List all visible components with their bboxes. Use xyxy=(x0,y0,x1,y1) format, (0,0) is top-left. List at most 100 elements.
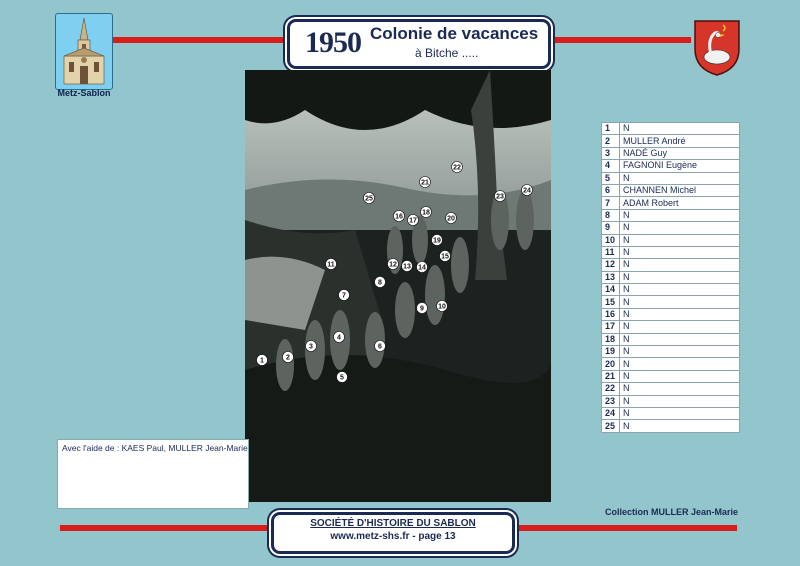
photo-number-label: 14 xyxy=(418,264,426,271)
church-logo xyxy=(55,13,113,90)
page-title: Colonie de vacances xyxy=(370,24,539,43)
name-text: N xyxy=(619,258,740,272)
name-text: N xyxy=(619,283,740,297)
name-text: MULLER André xyxy=(619,134,740,148)
name-number: 22 xyxy=(601,382,620,396)
name-row: 10 N xyxy=(601,233,740,247)
name-row: 9N xyxy=(601,221,740,235)
photo-number-label: 15 xyxy=(441,253,449,260)
photo-number-label: 20 xyxy=(447,215,455,222)
photo-number-label: 4 xyxy=(337,334,341,341)
name-text: N xyxy=(619,245,740,260)
name-text: N xyxy=(619,295,740,309)
name-text: N xyxy=(619,406,740,421)
name-number: 16 xyxy=(601,307,620,322)
name-row: 3 NADÉ Guy xyxy=(601,146,740,161)
name-number: 14 xyxy=(601,283,620,297)
name-row: 24 N xyxy=(601,406,740,421)
group-photo: 1 2 3 4 5 6 7 8 9 10 11 12 13 14 15 16 17 18 19 20 21 22 23 24 2… xyxy=(245,70,551,502)
name-number: 21 xyxy=(601,369,620,384)
photo-number-label: 7 xyxy=(342,292,346,299)
name-row: 18 N xyxy=(601,332,740,347)
photo-number-label: 17 xyxy=(409,217,417,224)
photo-number-label: 22 xyxy=(453,164,461,171)
name-row: 20 N xyxy=(601,357,740,371)
name-number: 1 xyxy=(601,121,620,136)
name-text: ADAM Robert xyxy=(619,196,740,210)
name-number: 13 xyxy=(601,270,620,285)
name-text: N xyxy=(619,357,740,371)
photo-number-label: 10 xyxy=(438,303,446,310)
name-number: 11 xyxy=(601,245,620,260)
name-row: 22 N xyxy=(601,382,740,396)
name-row: 15 N xyxy=(601,295,740,309)
name-row: 1N xyxy=(601,121,740,136)
title-year: 1950 xyxy=(305,26,362,59)
name-text: N xyxy=(619,382,740,396)
photo-number-label: 16 xyxy=(395,213,403,220)
name-text: N xyxy=(619,345,740,359)
name-text: N xyxy=(619,171,740,185)
society-link[interactable]: SOCIÉTÉ D'HISTOIRE DU SABLON xyxy=(274,518,512,529)
photo-number-label: 13 xyxy=(403,263,411,270)
header-line-left xyxy=(112,37,290,43)
photo-number-label: 1 xyxy=(260,357,264,364)
name-text: N xyxy=(619,394,740,409)
name-number: 7 xyxy=(601,196,620,210)
name-number: 15 xyxy=(601,295,620,309)
photo-number-label: 21 xyxy=(421,179,429,186)
page-subtitle: à Bitche ..... xyxy=(415,46,479,60)
photo-number-label: 11 xyxy=(327,261,335,268)
name-row: 4 FAGNONI Eugène xyxy=(601,159,740,173)
name-text: N xyxy=(619,419,740,433)
photo-number-label: 23 xyxy=(496,193,504,200)
name-text: NADÉ Guy xyxy=(619,146,740,161)
name-row: 21 N xyxy=(601,369,740,384)
name-row: 7 ADAM Robert xyxy=(601,196,740,210)
name-number: 23 xyxy=(601,394,620,409)
name-row: 23 N xyxy=(601,394,740,409)
photo-number-label: 5 xyxy=(340,374,344,381)
name-text: CHANNEN Michel xyxy=(619,183,740,198)
name-row: 8N xyxy=(601,208,740,223)
photo-number-label: 9 xyxy=(420,305,424,312)
name-row: 19 N xyxy=(601,345,740,359)
logo-caption: Metz-Sablon xyxy=(57,88,111,98)
name-number: 24 xyxy=(601,406,620,421)
name-row: 25 N xyxy=(601,419,740,433)
name-number: 12 xyxy=(601,258,620,272)
name-number: 19 xyxy=(601,345,620,359)
photo-number-label: 3 xyxy=(309,343,313,350)
photo-number-label: 19 xyxy=(433,237,441,244)
photo-number-label: 12 xyxy=(389,261,397,268)
title-box: 1950 Colonie de vacances à Bitche ..... xyxy=(287,19,551,69)
photo-number-label: 8 xyxy=(378,279,382,286)
photo-number-label: 24 xyxy=(523,187,531,194)
name-text: N xyxy=(619,208,740,223)
name-number: 4 xyxy=(601,159,620,173)
name-row: 5N xyxy=(601,171,740,185)
name-number: 5 xyxy=(601,171,620,185)
name-number: 20 xyxy=(601,357,620,371)
credits-text: Avec l'aide de : KAES Paul, MULLER Jean-… xyxy=(62,443,248,453)
coat-of-arms-icon xyxy=(693,19,741,77)
name-number: 2 xyxy=(601,134,620,148)
credits-box: Avec l'aide de : KAES Paul, MULLER Jean-… xyxy=(57,439,249,509)
name-text: N xyxy=(619,221,740,235)
name-number: 6 xyxy=(601,183,620,198)
name-text: N xyxy=(619,270,740,285)
name-row: 2 MULLER André xyxy=(601,134,740,148)
name-text: N xyxy=(619,307,740,322)
footer-line-left xyxy=(60,525,272,531)
site-page-label[interactable]: www.metz-shs.fr - page 13 xyxy=(274,531,512,542)
header-line-right xyxy=(548,37,691,43)
name-text: N xyxy=(619,332,740,347)
photo-number-label: 25 xyxy=(365,195,373,202)
name-number: 17 xyxy=(601,320,620,334)
name-number: 9 xyxy=(601,221,620,235)
collection-credit: Collection MULLER Jean-Marie xyxy=(605,507,739,517)
name-number: 8 xyxy=(601,208,620,223)
name-row: 12 N xyxy=(601,258,740,272)
footer-line-right xyxy=(511,525,737,531)
name-row: 11 N xyxy=(601,245,740,260)
